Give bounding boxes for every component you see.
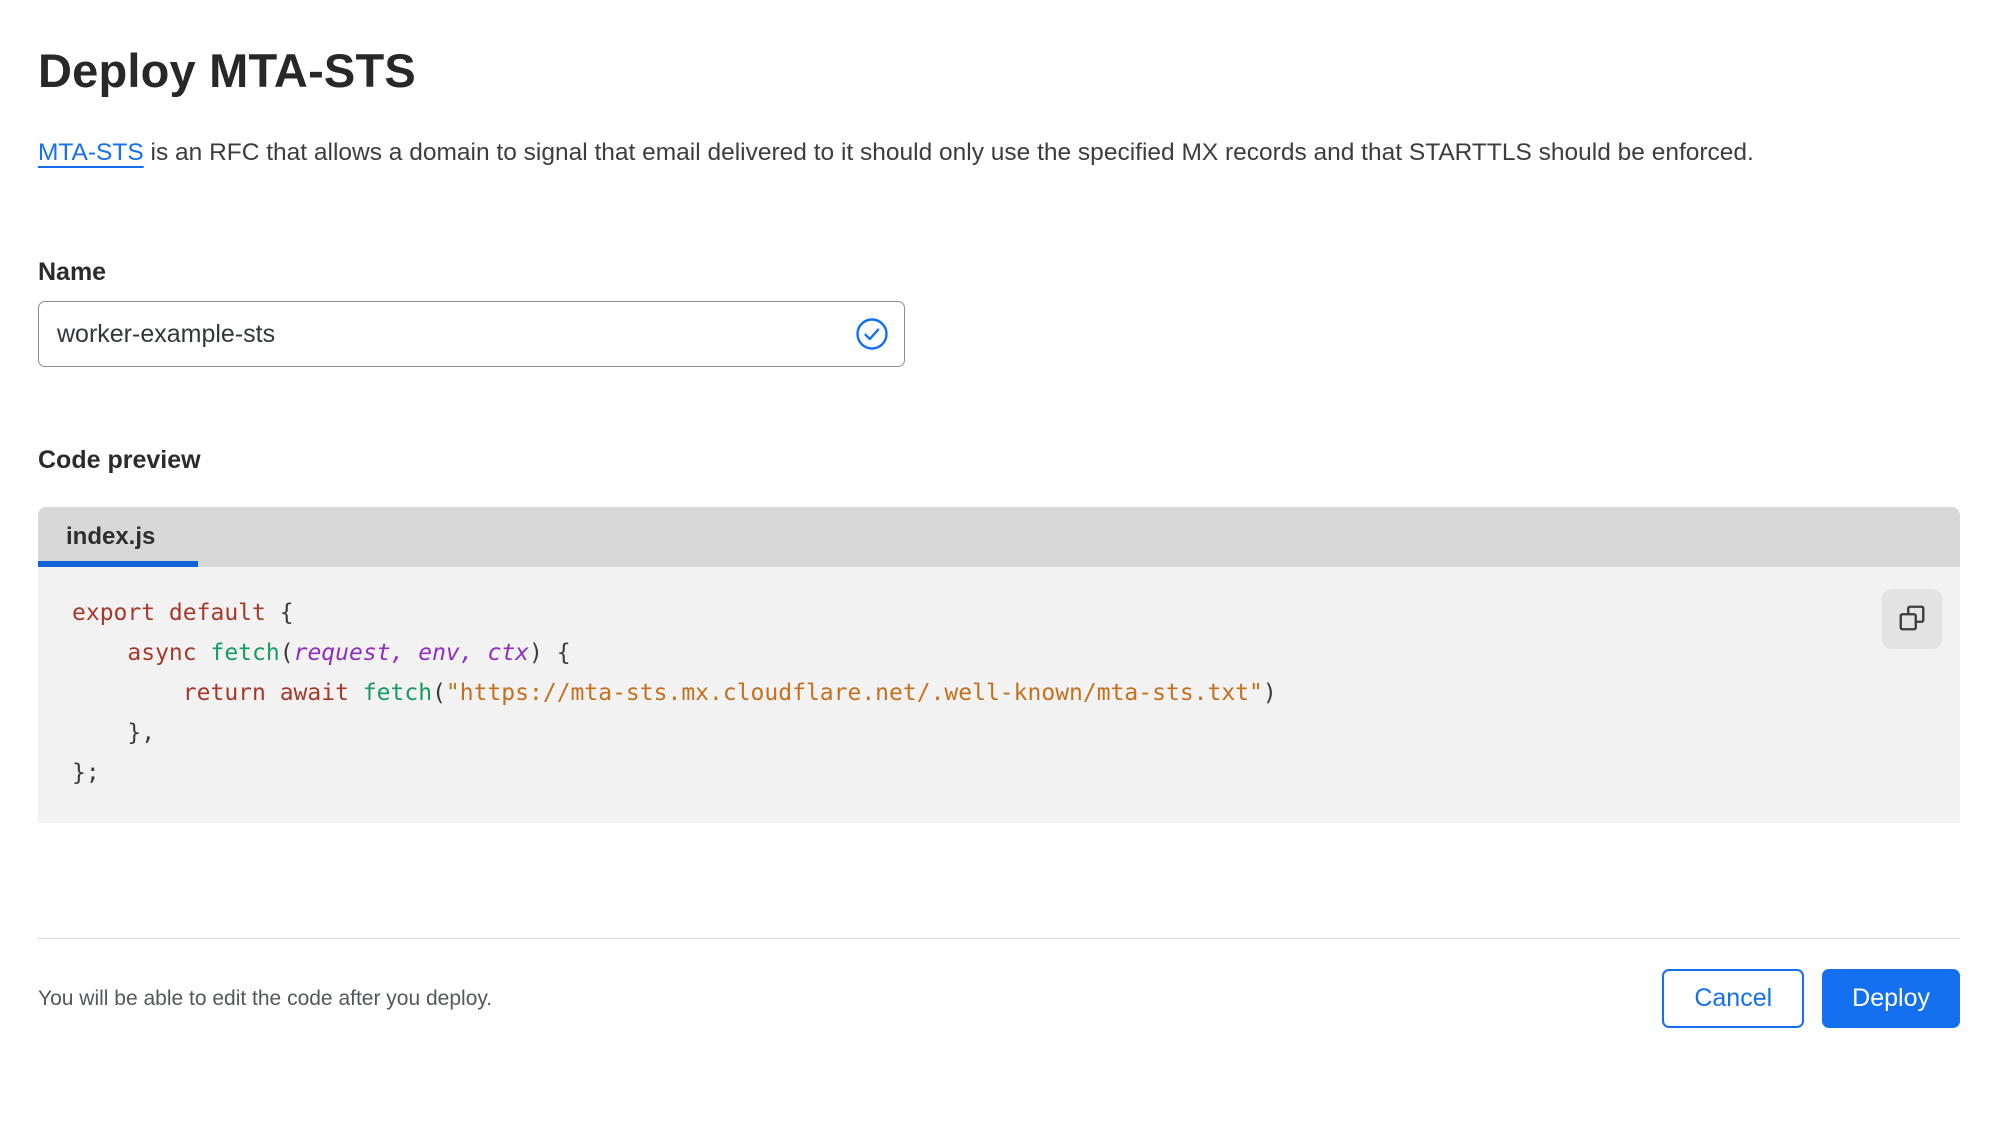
code-lines: export default { async fetch(request, en… xyxy=(38,593,1960,793)
code-preview-heading: Code preview xyxy=(38,446,201,474)
copy-code-button[interactable] xyxy=(1882,589,1942,649)
check-circle-icon xyxy=(855,317,889,351)
page-title: Deploy MTA-STS xyxy=(38,44,416,97)
tab-label: index.js xyxy=(66,523,156,550)
deploy-mta-sts-page: Deploy MTA-STS MTA-STS is an RFC that al… xyxy=(0,40,1999,1138)
code-area: export default { async fetch(request, en… xyxy=(38,567,1960,823)
name-field-label: Name xyxy=(38,258,107,286)
code-line: async fetch(request, env, ctx) { xyxy=(127,640,571,666)
code-preview-block: index.js export default { async fetch(re… xyxy=(38,507,1960,823)
intro-paragraph: MTA-STS is an RFC that allows a domain t… xyxy=(38,130,1953,175)
code-line: }; xyxy=(72,760,100,786)
tab-index-js[interactable]: index.js xyxy=(38,507,198,567)
copy-icon xyxy=(1897,603,1927,636)
footer-divider xyxy=(38,938,1960,939)
deploy-button[interactable]: Deploy xyxy=(1822,969,1960,1028)
footer-actions: Cancel Deploy xyxy=(1662,969,1960,1028)
mta-sts-link[interactable]: MTA-STS xyxy=(38,139,144,166)
cancel-button[interactable]: Cancel xyxy=(1662,969,1805,1028)
intro-text: is an RFC that allows a domain to signal… xyxy=(143,139,1754,166)
code-line: export default { xyxy=(72,600,294,626)
footer-note: You will be able to edit the code after … xyxy=(38,986,493,1010)
footer: You will be able to edit the code after … xyxy=(38,969,1960,1028)
code-line: return await fetch("https://mta-sts.mx.c… xyxy=(182,680,1277,706)
name-input[interactable] xyxy=(38,301,905,367)
name-input-wrap xyxy=(38,301,905,367)
code-tab-bar: index.js xyxy=(38,507,1960,567)
code-line: }, xyxy=(72,720,156,746)
